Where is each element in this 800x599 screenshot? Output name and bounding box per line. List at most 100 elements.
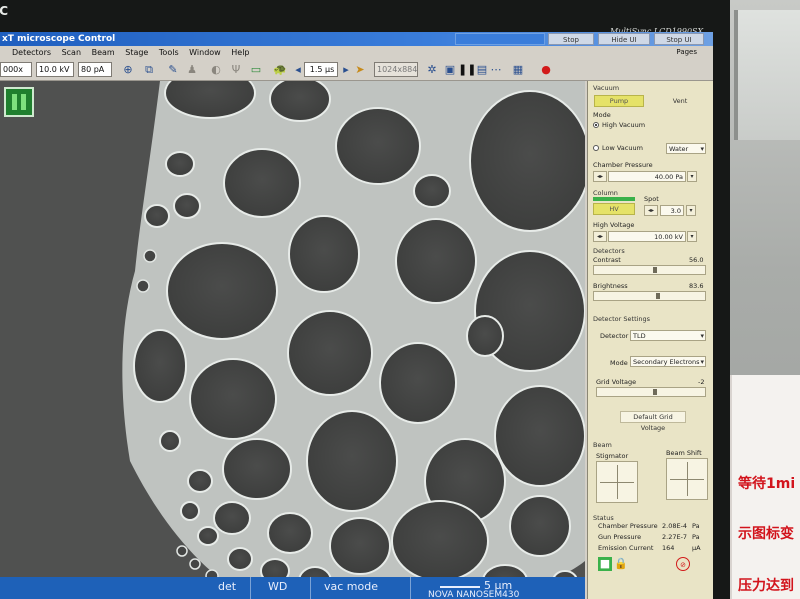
menu-help[interactable]: Help	[231, 48, 249, 57]
progress-indicator	[455, 33, 545, 45]
grid-voltage-label: Grid Voltage	[596, 378, 637, 386]
sem-image-viewport[interactable]	[0, 81, 585, 599]
image-databar: det WD vac mode 5 µm NOVA NANOSEM430	[0, 577, 585, 599]
magnification-field[interactable]: 000x	[0, 62, 32, 77]
high-voltage-label: High Voltage	[593, 221, 635, 229]
resolution-field[interactable]: 1024x884	[374, 62, 418, 77]
chamber-pressure-field[interactable]: 40.00 Pa	[608, 171, 686, 182]
pause-icon[interactable]: ❚❚	[458, 62, 476, 77]
focus-icon[interactable]: ✎	[165, 62, 181, 77]
stigmator-pad[interactable]	[596, 461, 638, 503]
control-panel: Vacuum Pump Vent Mode High Vacuum Low Va…	[587, 81, 713, 599]
menu-stage[interactable]: Stage	[125, 48, 148, 57]
photo-icon[interactable]: ▣	[442, 62, 458, 77]
gas-select[interactable]: Water	[666, 143, 706, 154]
menu-window[interactable]: Window	[189, 48, 221, 57]
databar-wd-label: WD	[268, 580, 288, 593]
sign-line-3: 压力达到	[738, 578, 794, 594]
stop-button[interactable]: Stop	[548, 33, 594, 45]
stigmator-icon[interactable]: Ψ	[228, 62, 244, 77]
live-pause-button[interactable]	[4, 87, 34, 117]
image-icon[interactable]: ▭	[248, 62, 264, 77]
current-field[interactable]: 80 pA	[78, 62, 112, 77]
brightness-slider[interactable]	[593, 291, 706, 301]
pump-button[interactable]: Pump	[594, 95, 644, 107]
filter-icon[interactable]: ⋯	[488, 62, 504, 77]
stigmator-label: Stigmator	[596, 452, 629, 460]
chamber-pressure-dropdown[interactable]: ▾	[687, 171, 697, 182]
status-chamber-pressure-label: Chamber Pressure	[598, 522, 658, 530]
contrast-slider[interactable]	[593, 265, 706, 275]
hv-button[interactable]: HV	[593, 203, 635, 215]
detector-mode-select[interactable]: Secondary Electrons	[630, 356, 706, 367]
contrast-label: Contrast	[593, 256, 621, 264]
vent-button[interactable]: Vent	[654, 95, 706, 107]
detector-select[interactable]: TLD	[630, 330, 706, 341]
lock-icon: 🔒	[614, 557, 628, 570]
low-vacuum-radio[interactable]	[593, 145, 599, 151]
crosshair-icon[interactable]: ⊕	[120, 62, 136, 77]
title-bar: xT microscope Control Stop Hide UI Stop …	[0, 32, 713, 46]
spot-label: Spot	[644, 195, 659, 203]
spot-field[interactable]: 3.0	[660, 205, 684, 216]
menu-tools[interactable]: Tools	[159, 48, 179, 57]
status-chamber-pressure-unit: Pa	[692, 522, 700, 530]
beam-shift-label: Beam Shift	[666, 449, 702, 457]
spot-dropdown[interactable]: ▾	[686, 205, 696, 216]
status-gun-pressure-value: 2.27E-7	[662, 533, 688, 541]
window-title: xT microscope Control	[2, 34, 116, 44]
status-gun-pressure-label: Gun Pressure	[598, 533, 642, 541]
chamber-pressure-arrows[interactable]: ◂▸	[593, 171, 607, 182]
databar-vac-mode-label: vac mode	[324, 580, 378, 593]
scale-bar	[440, 586, 480, 588]
screen: xT microscope Control Stop Hide UI Stop …	[0, 32, 713, 599]
high-vacuum-radio[interactable]	[593, 122, 599, 128]
brightness-label: Brightness	[593, 282, 628, 290]
high-voltage-dropdown[interactable]: ▾	[687, 231, 697, 242]
high-vacuum-label: High Vacuum	[602, 121, 646, 129]
scan-speed-field[interactable]: 1.5 µs	[304, 62, 338, 77]
brightness-value: 83.6	[689, 282, 704, 290]
high-voltage-arrows[interactable]: ◂▸	[593, 231, 607, 242]
status-section-title: Status	[593, 514, 614, 522]
sem-image	[0, 81, 585, 599]
hv-status-bar	[593, 197, 635, 201]
stop-ui-button[interactable]: Stop UI	[654, 33, 704, 45]
databar-separator	[250, 577, 251, 599]
column-section-title: Column	[593, 189, 618, 197]
record-icon[interactable]: ●	[538, 62, 554, 77]
databar-separator	[310, 577, 311, 599]
chamber-pressure-label: Chamber Pressure	[593, 161, 653, 169]
databar-det-label: det	[218, 580, 237, 593]
contrast-value: 56.0	[689, 256, 704, 264]
detector-label: Detector	[600, 332, 629, 340]
vacuum-ok-icon: ■	[598, 557, 612, 571]
menu-scan[interactable]: Scan	[62, 48, 81, 57]
status-emission-current-label: Emission Current	[598, 544, 654, 552]
vacuum-section-title: Vacuum	[593, 84, 620, 92]
slow-scan-icon[interactable]: 🐢	[272, 62, 288, 77]
default-grid-voltage-button[interactable]: Default Grid Voltage	[620, 411, 686, 432]
menu-bar: Detectors Scan Beam Stage Tools Window H…	[0, 46, 713, 59]
zoom-box-icon[interactable]: ⧉	[141, 62, 157, 77]
menu-detectors[interactable]: Detectors	[12, 48, 51, 57]
detector-icon[interactable]: ◐	[208, 62, 224, 77]
menu-beam[interactable]: Beam	[92, 48, 115, 57]
window-frame	[734, 10, 800, 140]
sign-line-1: 等待1mi	[738, 476, 796, 492]
monitor-brand: EC	[0, 4, 10, 18]
pages-label[interactable]: Pages	[676, 46, 697, 59]
detectors-section-title: Detectors	[593, 247, 625, 255]
hide-ui-button[interactable]: Hide UI	[598, 33, 650, 45]
beam-shift-pad[interactable]	[666, 458, 708, 500]
grid-icon[interactable]: ▦	[510, 62, 526, 77]
grid-voltage-slider[interactable]	[596, 387, 706, 397]
instrument-name: NOVA NANOSEM430	[428, 590, 520, 599]
spot-arrows[interactable]: ◂▸	[644, 205, 658, 216]
stage-icon[interactable]: ♟	[184, 62, 200, 77]
snapshot-icon[interactable]: ✲	[424, 62, 440, 77]
high-voltage-field[interactable]: 10.00 kV	[608, 231, 686, 242]
mode-label: Mode	[593, 111, 611, 119]
fast-scan-icon[interactable]: ➤	[352, 62, 368, 77]
voltage-field[interactable]: 10.0 kV	[36, 62, 74, 77]
